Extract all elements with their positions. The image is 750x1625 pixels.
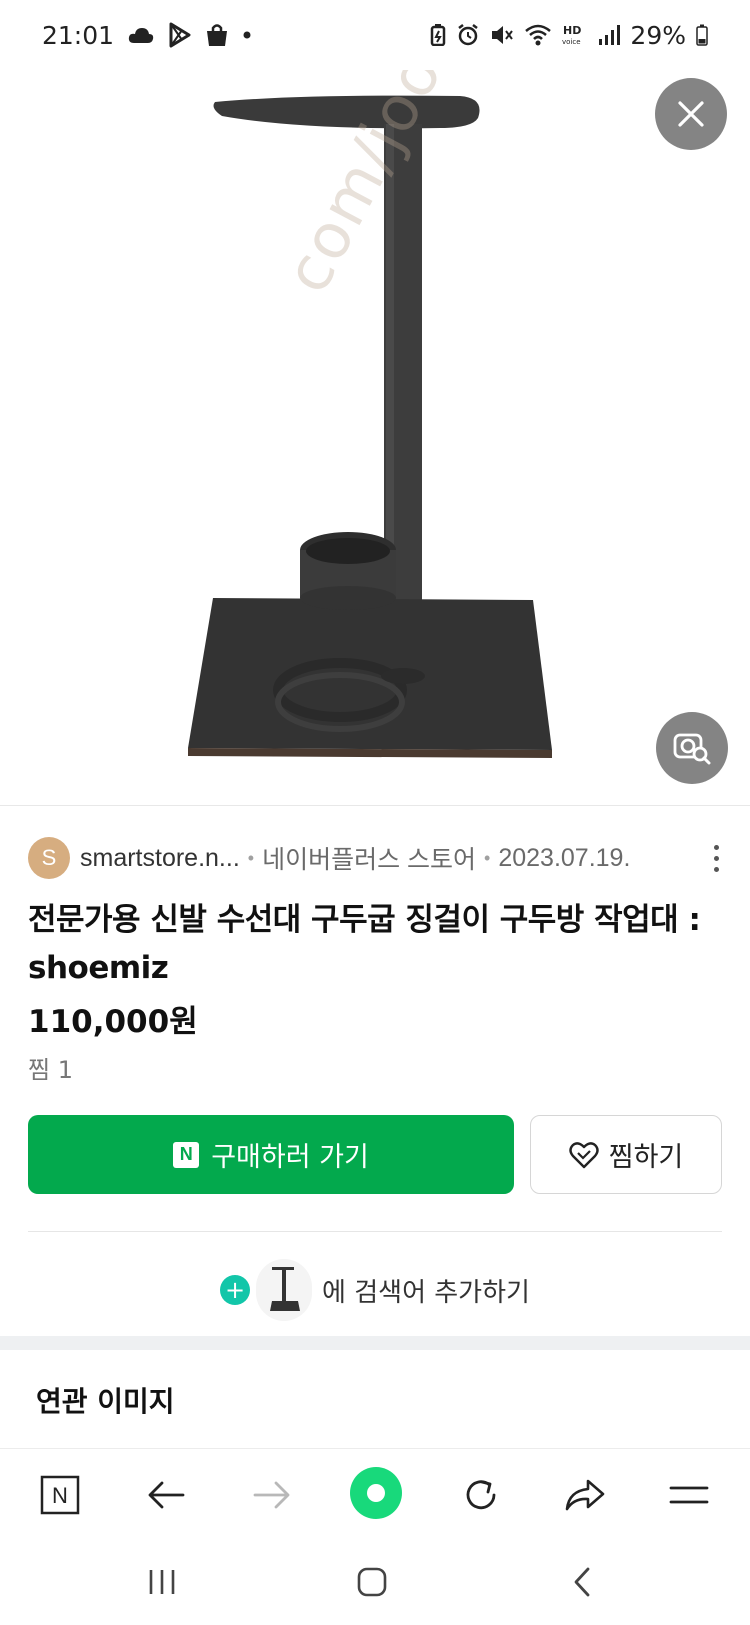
naver-home-button[interactable]: N	[34, 1469, 86, 1521]
image-search-button[interactable]	[656, 712, 728, 784]
image-viewer[interactable]: com/joong	[0, 70, 750, 805]
menu-button[interactable]	[663, 1469, 715, 1521]
add-search-term[interactable]: + 에 검색어 추가하기	[0, 1255, 750, 1325]
naver-home-icon: N	[40, 1475, 80, 1515]
refresh-button[interactable]	[455, 1469, 507, 1521]
cloud-icon	[128, 26, 154, 44]
shopping-bag-icon	[206, 23, 228, 47]
section-gap	[0, 1336, 750, 1350]
forward-arrow-icon	[253, 1481, 290, 1509]
refresh-icon	[466, 1480, 496, 1510]
source-link[interactable]: smartstore.n...	[80, 844, 240, 873]
svg-text:HD: HD	[563, 24, 581, 37]
add-search-term-label: 에 검색어 추가하기	[322, 1277, 530, 1308]
status-bar: 21:01 HD voice 29%	[0, 0, 750, 70]
browser-toolbar: N	[0, 1448, 750, 1538]
alarm-icon	[456, 23, 480, 47]
share-button[interactable]	[559, 1469, 611, 1521]
source-avatar: S	[28, 837, 70, 879]
hamburger-menu-icon	[669, 1486, 709, 1504]
close-button[interactable]	[655, 78, 727, 150]
buy-button-label: 구매하러 가기	[211, 1142, 369, 1173]
svg-text:N: N	[52, 1483, 68, 1508]
back-arrow-icon	[148, 1481, 185, 1509]
battery-saver-icon	[430, 24, 446, 46]
like-count: 찜 1	[28, 1056, 73, 1084]
svg-text:voice: voice	[562, 38, 581, 46]
system-back-icon	[574, 1567, 590, 1597]
related-images-heading: 연관 이미지	[36, 1385, 175, 1418]
system-back-button[interactable]	[552, 1560, 612, 1604]
back-button[interactable]	[140, 1469, 192, 1521]
status-time: 21:01	[42, 20, 115, 50]
share-icon	[565, 1479, 605, 1511]
heart-icon	[569, 1141, 599, 1168]
signal-icon	[598, 24, 621, 46]
naver-n-icon: N	[173, 1141, 200, 1168]
play-store-icon	[168, 22, 192, 48]
recent-apps-icon	[149, 1570, 175, 1594]
system-nav-bar	[0, 1538, 750, 1625]
battery-icon	[696, 24, 708, 46]
thumbnail-image	[256, 1259, 313, 1321]
hd-voice-icon: HD voice	[562, 23, 588, 47]
green-dot-icon	[350, 1467, 402, 1519]
recent-apps-button[interactable]	[132, 1560, 192, 1604]
mute-icon	[490, 23, 514, 47]
product-price: 110,000원	[28, 1004, 198, 1040]
forward-button[interactable]	[246, 1469, 298, 1521]
source-row: S smartstore.n... • 네이버플러스 스토어 • 2023.07…	[28, 836, 722, 880]
close-icon	[678, 101, 704, 127]
product-title[interactable]: 전문가용 신발 수선대 구두굽 징걸이 구두방 작업대 : shoemiz	[28, 896, 720, 992]
section-divider	[28, 1231, 722, 1232]
battery-percent: 29%	[630, 20, 686, 50]
dot-indicator-icon	[242, 30, 252, 40]
store-name: 네이버플러스 스토어	[262, 846, 477, 874]
wish-button[interactable]: 찜하기	[530, 1115, 722, 1194]
wish-button-label: 찜하기	[608, 1142, 684, 1173]
separator-dot: •	[484, 847, 491, 868]
plus-icon: +	[220, 1275, 251, 1305]
post-date: 2023.07.19.	[498, 843, 631, 872]
image-divider	[0, 805, 750, 806]
separator-dot: •	[247, 847, 255, 868]
green-dot-button[interactable]	[349, 1466, 403, 1520]
more-options-icon[interactable]	[710, 844, 722, 872]
wifi-icon	[524, 23, 552, 47]
buy-button[interactable]: N 구매하러 가기	[28, 1115, 514, 1194]
home-icon	[357, 1567, 387, 1597]
home-button[interactable]	[342, 1560, 402, 1604]
image-search-icon	[673, 733, 711, 765]
